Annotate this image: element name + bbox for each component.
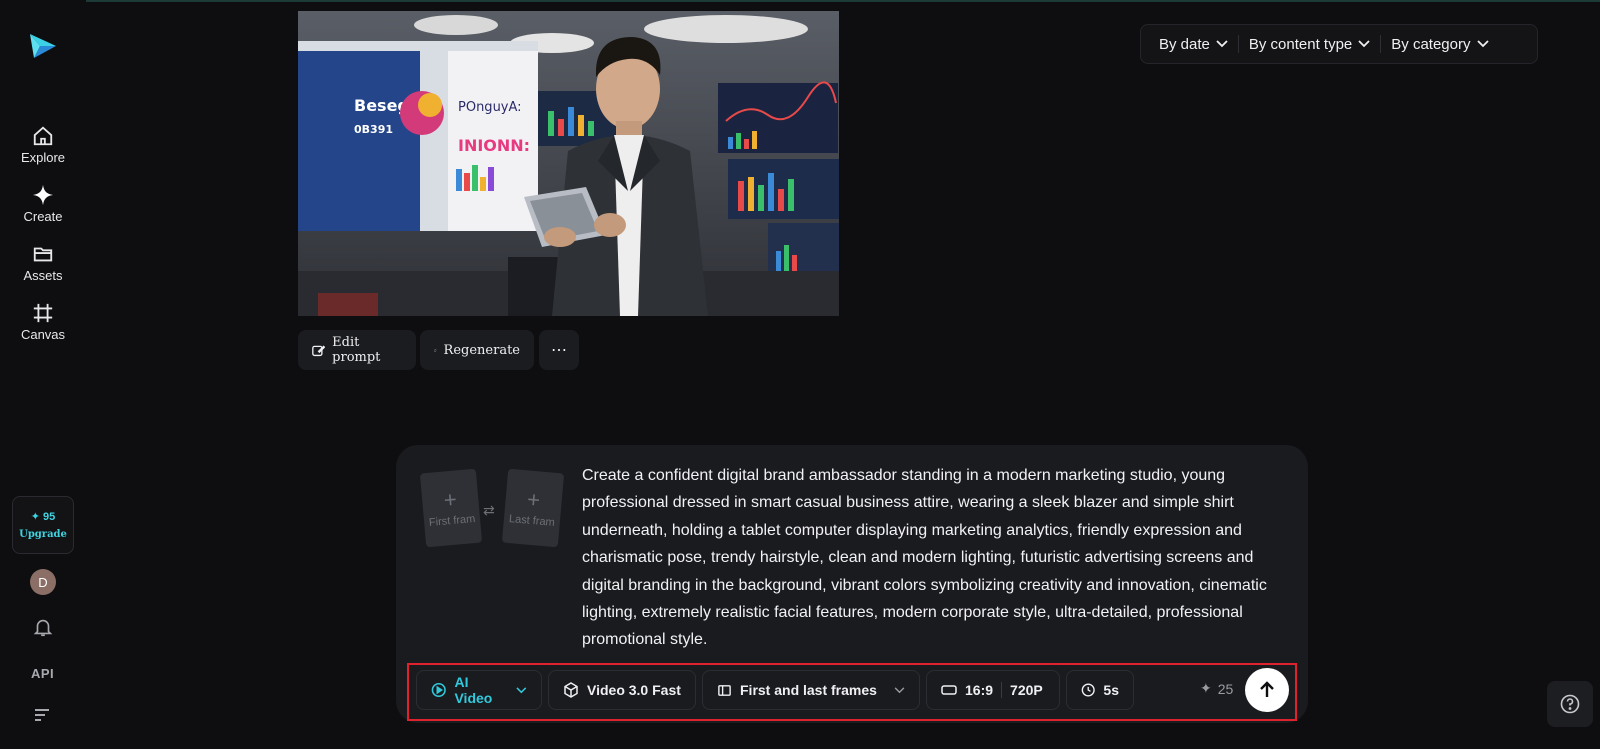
submit-button[interactable] bbox=[1245, 668, 1289, 712]
cost-value: 25 bbox=[1217, 680, 1234, 697]
filter-label: By date bbox=[1159, 35, 1210, 53]
edit-icon bbox=[312, 344, 326, 356]
ratio-label: 16:9 bbox=[965, 682, 994, 698]
help-button[interactable] bbox=[1547, 681, 1593, 727]
regenerate-button[interactable]: Regenerate bbox=[420, 330, 534, 370]
filter-by-content-type[interactable]: By content type bbox=[1239, 31, 1380, 57]
video-play-icon bbox=[431, 682, 446, 698]
filter-by-category[interactable]: By category bbox=[1381, 31, 1498, 57]
home-icon bbox=[33, 126, 53, 146]
frames-label: First and last frames bbox=[740, 682, 877, 698]
folder-icon bbox=[33, 247, 53, 262]
chevron-down-icon bbox=[1476, 40, 1489, 48]
last-frame-label: Last fram bbox=[508, 512, 556, 529]
top-accent-line bbox=[0, 0, 1600, 2]
help-icon bbox=[1560, 694, 1580, 714]
api-link[interactable]: API bbox=[31, 666, 54, 681]
poster-text: 0B391 bbox=[354, 123, 393, 136]
filter-by-date[interactable]: By date bbox=[1149, 31, 1238, 57]
chevron-down-icon bbox=[1216, 40, 1228, 48]
aspect-ratio-icon bbox=[941, 685, 957, 695]
frames-icon bbox=[718, 684, 731, 696]
sidebar-item-label: Canvas bbox=[20, 327, 66, 342]
sidebar-item-assets[interactable]: Assets bbox=[8, 243, 78, 297]
edit-prompt-label: Edit prompt bbox=[332, 335, 381, 365]
mode-selector[interactable]: AI Video bbox=[416, 670, 542, 710]
last-frame-upload[interactable]: + Last fram bbox=[501, 468, 565, 548]
generation-cost: ✦ 25 bbox=[1200, 680, 1233, 697]
filter-label: By content type bbox=[1248, 35, 1353, 53]
sidebar-item-label: Assets bbox=[23, 268, 63, 283]
first-frame-label: First fram bbox=[428, 512, 476, 529]
first-frame-upload[interactable]: + First fram bbox=[419, 468, 483, 548]
plus-icon: + bbox=[526, 486, 542, 513]
chevron-down-icon bbox=[516, 686, 527, 693]
credits-count: ✦ 95 bbox=[30, 511, 56, 523]
generated-image-preview[interactable]: Besega 0B391 POnguyA: INIONN: bbox=[298, 11, 839, 316]
plus-icon: + bbox=[442, 486, 458, 513]
filter-label: By category bbox=[1391, 35, 1471, 53]
divider bbox=[1001, 682, 1003, 698]
model-selector[interactable]: Video 3.0 Fast bbox=[548, 670, 696, 710]
sparkle-icon: ✦ bbox=[1200, 680, 1212, 696]
sparkle-icon bbox=[32, 184, 54, 206]
sidebar-item-label: Explore bbox=[20, 150, 66, 165]
regenerate-label: Regenerate bbox=[443, 342, 520, 358]
sidebar-item-create[interactable]: Create bbox=[8, 184, 78, 238]
cube-icon bbox=[564, 682, 578, 698]
frames-selector[interactable]: First and last frames bbox=[702, 670, 920, 710]
more-options-button[interactable]: ⋯ bbox=[539, 330, 579, 370]
poster-text: INIONN: bbox=[458, 136, 530, 155]
refresh-icon bbox=[434, 348, 437, 352]
menu-icon[interactable] bbox=[35, 708, 53, 727]
ratio-resolution-selector[interactable]: 16:9 720P bbox=[926, 670, 1060, 710]
upgrade-button[interactable]: ✦ 95 Upgrade bbox=[12, 496, 74, 554]
chevron-down-icon bbox=[894, 686, 905, 693]
bell-icon[interactable] bbox=[32, 616, 54, 643]
frame-icon bbox=[33, 303, 53, 323]
poster-text: POnguyA: bbox=[458, 100, 522, 115]
resolution-label: 720P bbox=[1010, 682, 1043, 698]
clock-icon bbox=[1081, 683, 1095, 697]
sidebar-item-canvas[interactable]: Canvas bbox=[8, 302, 78, 356]
arrow-up-icon bbox=[1260, 681, 1274, 697]
prompt-input[interactable]: Create a confident digital brand ambassa… bbox=[582, 462, 1284, 654]
upgrade-label: Upgrade bbox=[19, 529, 67, 540]
edit-prompt-button[interactable]: Edit prompt bbox=[298, 330, 416, 370]
swap-icon[interactable]: ⇄ bbox=[483, 502, 495, 519]
more-icon: ⋯ bbox=[551, 342, 567, 359]
mode-label: AI Video bbox=[454, 674, 493, 706]
filter-bar: By date By content type By category bbox=[1140, 24, 1538, 64]
app-logo[interactable] bbox=[28, 30, 58, 60]
chevron-down-icon bbox=[1358, 40, 1370, 48]
duration-label: 5s bbox=[1103, 682, 1119, 698]
avatar[interactable]: D bbox=[30, 569, 56, 595]
model-label: Video 3.0 Fast bbox=[587, 682, 681, 698]
duration-selector[interactable]: 5s bbox=[1066, 670, 1134, 710]
sidebar: Explore Create Assets Canvas ✦ 95 Upgrad… bbox=[0, 0, 86, 749]
sidebar-item-label: Create bbox=[23, 209, 63, 224]
sidebar-item-explore[interactable]: Explore bbox=[8, 125, 78, 179]
